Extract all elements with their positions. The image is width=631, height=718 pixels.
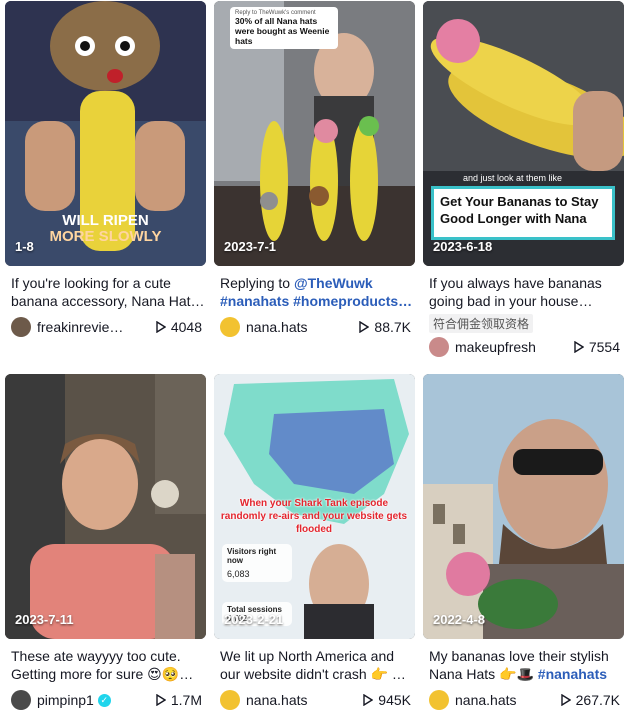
- video-caption[interactable]: If you're looking for a cute banana acce…: [5, 274, 206, 310]
- caption-prefix: Replying to: [220, 275, 294, 291]
- subtitle-text: and just look at them like: [463, 173, 563, 183]
- video-caption[interactable]: Replying to @TheWuwk #nanahats #homeprod…: [214, 274, 415, 310]
- play-icon: [156, 321, 166, 333]
- avatar[interactable]: [220, 317, 240, 337]
- video-meta: pimpinp1 ✓ 1.7M: [5, 689, 206, 711]
- overlay-line-1: WILL RIPEN: [62, 212, 149, 229]
- author-name[interactable]: pimpinp1: [37, 692, 94, 708]
- video-meta: nana.hats 88.7K: [214, 316, 415, 338]
- avatar[interactable]: [11, 317, 31, 337]
- author-name[interactable]: nana.hats: [246, 319, 308, 335]
- video-thumbnail[interactable]: WILL RIPEN MORE SLOWLY 1-8: [5, 1, 206, 266]
- avatar[interactable]: [429, 690, 449, 710]
- video-thumbnail[interactable]: 2023-7-11: [5, 374, 206, 639]
- view-count: 7554: [574, 339, 624, 355]
- visitors-label: Visitors right now: [227, 547, 277, 565]
- video-card[interactable]: 2023-7-11 These ate wayyyy too cute. Get…: [5, 374, 206, 711]
- view-count-value: 88.7K: [374, 319, 411, 335]
- author-name[interactable]: nana.hats: [246, 692, 308, 708]
- video-thumbnail[interactable]: Reply to TheWuwk's comment 30% of all Na…: [214, 1, 415, 266]
- promo-badge: 符合佣金领取资格: [429, 314, 534, 333]
- thumbnail-image: [5, 374, 206, 639]
- video-meta: nana.hats 267.7K: [423, 689, 624, 711]
- video-date: 1-8: [15, 239, 34, 254]
- video-date: 2023-6-18: [433, 239, 493, 254]
- video-thumbnail[interactable]: 2022-4-8: [423, 374, 624, 639]
- view-count-value: 945K: [378, 692, 411, 708]
- reply-bubble: Reply to TheWuwk's comment 30% of all Na…: [230, 7, 338, 49]
- video-meta: freakinrevie… 4048: [5, 316, 206, 338]
- video-date: 2023-7-11: [15, 612, 74, 627]
- caption-mention[interactable]: @TheWuwk: [294, 275, 373, 291]
- video-card[interactable]: and just look at them like Get Your Bana…: [423, 1, 624, 358]
- visitors-value: 6,083: [227, 569, 250, 579]
- play-icon: [560, 694, 571, 706]
- view-count-value: 7554: [588, 339, 620, 355]
- video-caption[interactable]: My bananas love their stylish Nana Hats …: [423, 647, 624, 683]
- play-icon: [359, 321, 370, 333]
- view-count: 267.7K: [560, 692, 624, 708]
- video-caption[interactable]: These ate wayyyy too cute. Getting more …: [5, 647, 206, 683]
- caption-tags[interactable]: #nanahats #homeproducts…: [220, 293, 412, 309]
- author-name[interactable]: freakinrevie…: [37, 319, 123, 335]
- visitors-card: Visitors right now 6,083: [222, 544, 292, 582]
- video-grid: WILL RIPEN MORE SLOWLY 1-8 If you're loo…: [0, 0, 631, 718]
- view-count: 945K: [363, 692, 415, 708]
- view-count-value: 4048: [170, 319, 202, 335]
- play-icon: [156, 694, 166, 706]
- reply-text: 30% of all Nana hats were bought as Ween…: [235, 16, 330, 46]
- video-meta: makeupfresh 7554: [423, 336, 624, 358]
- video-date: 2023-2-21: [224, 612, 284, 627]
- view-count: 1.7M: [156, 692, 206, 708]
- thumbnail-image: [423, 374, 624, 639]
- video-date: 2023-7-1: [224, 239, 277, 254]
- verified-badge-icon: ✓: [97, 693, 111, 707]
- view-count-value: 267.7K: [575, 692, 620, 708]
- play-icon: [574, 341, 584, 353]
- view-count: 4048: [156, 319, 206, 335]
- author-name[interactable]: makeupfresh: [455, 339, 536, 355]
- view-count-value: 1.7M: [170, 692, 202, 708]
- avatar[interactable]: [11, 690, 31, 710]
- view-count: 88.7K: [359, 319, 415, 335]
- play-icon: [363, 694, 374, 706]
- overlay-caption: When your Shark Tank episode randomly re…: [220, 498, 408, 535]
- video-card[interactable]: WILL RIPEN MORE SLOWLY 1-8 If you're loo…: [5, 1, 206, 338]
- video-meta: nana.hats 945K: [214, 689, 415, 711]
- video-thumbnail[interactable]: When your Shark Tank episode randomly re…: [214, 374, 415, 639]
- video-card[interactable]: 2022-4-8 My bananas love their stylish N…: [423, 374, 624, 711]
- video-thumbnail[interactable]: and just look at them like Get Your Bana…: [423, 1, 624, 266]
- title-box: Get Your Bananas to Stay Good Longer wit…: [431, 186, 615, 240]
- caption-tag[interactable]: #nanahats: [538, 666, 607, 682]
- video-date: 2022-4-8: [433, 612, 486, 627]
- avatar[interactable]: [220, 690, 240, 710]
- video-card[interactable]: Reply to TheWuwk's comment 30% of all Na…: [214, 1, 415, 338]
- video-card[interactable]: When your Shark Tank episode randomly re…: [214, 374, 415, 711]
- video-caption[interactable]: If you always have bananas going bad in …: [423, 274, 624, 310]
- overlay-line-2: MORE SLOWLY: [49, 228, 162, 245]
- video-caption[interactable]: We lit up North America and our website …: [214, 647, 415, 683]
- avatar[interactable]: [429, 337, 449, 357]
- author-name[interactable]: nana.hats: [455, 692, 517, 708]
